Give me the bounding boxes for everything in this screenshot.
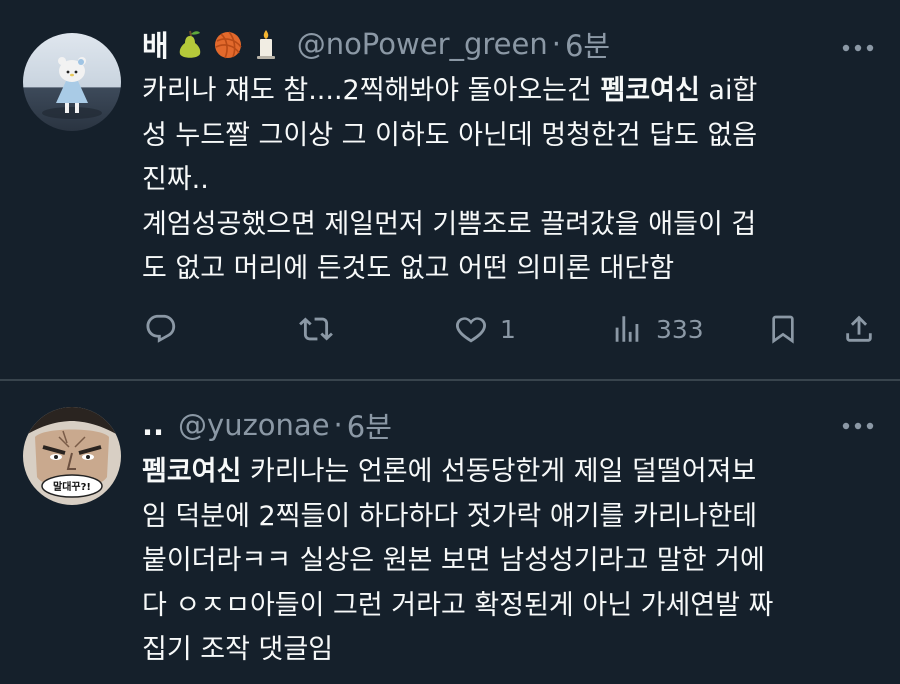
reply-button[interactable] <box>144 307 178 351</box>
tweet-header: 배 @noPower_green · 6분 <box>142 24 610 64</box>
handle[interactable]: @noPower_green <box>297 27 548 61</box>
text-line: 붙이더라ㅋㅋ 실상은 원본 보면 남성성기라고 말한 거에 <box>142 545 765 576</box>
yarn-ball-emoji-icon <box>214 31 242 59</box>
repost-icon <box>299 317 333 341</box>
tweet-2[interactable]: 말대꾸?! .. @yuzonae · 6분 펨코여신 카리나는 언론에 선동당… <box>0 381 900 684</box>
text-line: 펨코여신 카리나는 언론에 선동당한게 제일 덜떨어져보 <box>142 456 757 487</box>
view-count: 333 <box>656 314 704 344</box>
more-icon <box>842 44 874 52</box>
text-line: 도 없고 머리에 든것도 없고 어떤 의미론 대단함 <box>142 253 675 284</box>
timestamp[interactable]: 6분 <box>347 404 392 446</box>
like-count: 1 <box>500 314 516 344</box>
separator-dot: · <box>333 408 343 442</box>
pear-emoji-icon <box>179 30 200 58</box>
display-name[interactable]: .. <box>142 408 164 442</box>
bookmark-icon <box>772 315 794 344</box>
share-button[interactable] <box>842 307 876 351</box>
mention-link[interactable]: 펨코여신 <box>142 456 241 487</box>
reply-icon <box>146 314 176 343</box>
tweet-1[interactable]: 배 @noPower_green · 6분 카리나 쟤도 참....2찍해봐야 … <box>0 0 900 380</box>
like-button[interactable]: 1 <box>454 307 516 351</box>
analytics-icon <box>615 316 639 342</box>
text-line: 성 누드짤 그이상 그 이하도 아닌데 멍청한건 답도 없음 <box>142 119 758 151</box>
handle[interactable]: @yuzonae <box>178 408 330 442</box>
avatar[interactable] <box>23 33 121 131</box>
text-line: 다 ㅇㅈㅁ아들이 그런 거라고 확정된게 아닌 가세연발 짜 <box>142 589 774 621</box>
timestamp[interactable]: 6분 <box>565 23 610 65</box>
tweet-text: 펨코여신 카리나는 언론에 선동당한게 제일 덜떨어져보 임 덕분에 2찍들이 … <box>142 450 882 673</box>
display-name[interactable]: 배 <box>142 23 169 65</box>
avatar[interactable]: 말대꾸?! <box>23 407 121 505</box>
repost-button[interactable] <box>298 307 334 351</box>
candle-emoji-icon <box>256 30 275 59</box>
mention-link[interactable]: 펨코여신 <box>600 75 699 106</box>
avatar-caption: 말대꾸?! <box>53 480 91 493</box>
views-button[interactable]: 333 <box>610 307 704 351</box>
tweet-text: 카리나 쟤도 참....2찍해봐야 돌아오는건 펨코여신 ai합 성 누드짤 그… <box>142 69 882 292</box>
more-options-button[interactable] <box>838 406 878 446</box>
text-line: 카리나 쟤도 참....2찍해봐야 돌아오는건 펨코여신 ai합 <box>142 75 758 106</box>
text-line: 진짜.. <box>142 164 209 195</box>
heart-icon <box>455 317 487 343</box>
text-line: 계엄성공했으면 제일먼저 기쁨조로 끌려갔을 애들이 겁 <box>142 208 757 240</box>
action-bar: 1 333 <box>142 307 882 351</box>
separator-dot: · <box>551 27 561 61</box>
share-icon <box>846 315 872 342</box>
text-line: 집기 조작 댓글임 <box>142 634 334 665</box>
bookmark-button[interactable] <box>767 307 799 351</box>
more-options-button[interactable] <box>838 28 878 68</box>
tweet-header: .. @yuzonae · 6분 <box>142 405 392 445</box>
text-line: 임 덕분에 2찍들이 하다하다 젓가락 얘기를 카리나한테 <box>142 500 758 532</box>
more-icon <box>842 422 874 430</box>
